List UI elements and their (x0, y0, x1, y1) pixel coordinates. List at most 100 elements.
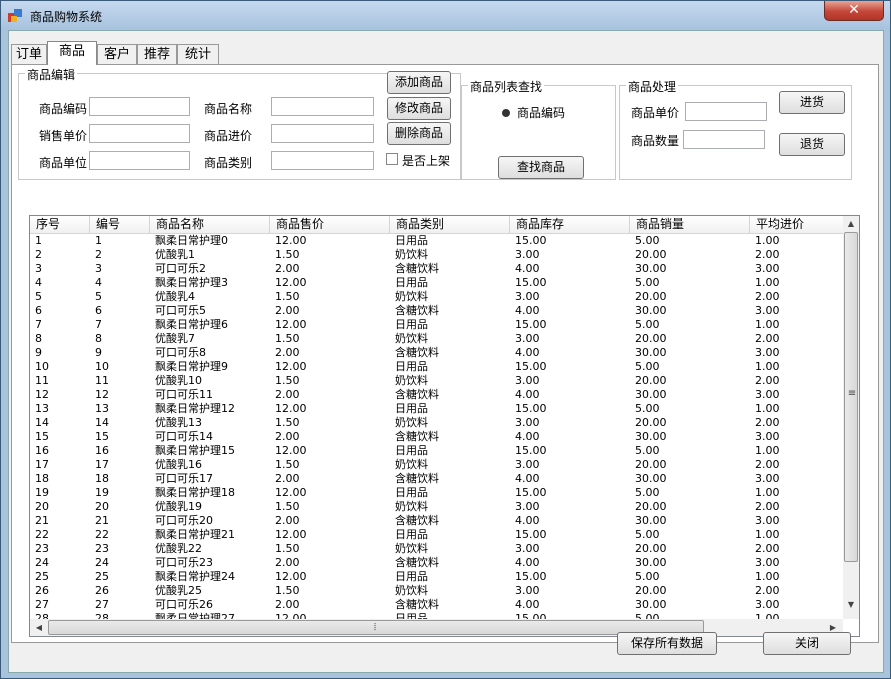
name-field[interactable] (271, 97, 374, 116)
table-cell: 3.00 (755, 514, 780, 527)
column-header[interactable]: 商品名称 (150, 216, 270, 233)
column-header[interactable]: 编号 (90, 216, 150, 233)
table-row[interactable]: 3 3 可口可乐2 2.00 含糖饮料 4.00 30.00 3.00 (30, 262, 843, 276)
table-cell: 12 (35, 388, 49, 401)
table-cell: 3.00 (755, 472, 780, 485)
title-bar[interactable]: 商品购物系统 ✕ (1, 1, 890, 29)
scroll-left-arrow-icon[interactable]: ◀ (31, 623, 47, 632)
save-all-button[interactable]: 保存所有数据 (617, 632, 717, 655)
delete-product-button[interactable]: 删除商品 (387, 122, 451, 145)
table-row[interactable]: 4 4 飘柔日常护理3 12.00 日用品 15.00 5.00 1.00 (30, 276, 843, 290)
table-cell: 优酸乳16 (155, 458, 202, 471)
code-search-radio[interactable] (502, 109, 510, 117)
table-cell: 日用品 (395, 234, 428, 247)
table-row[interactable]: 15 15 可口可乐14 2.00 含糖饮料 4.00 30.00 3.00 (30, 430, 843, 444)
table-cell: 3.00 (755, 556, 780, 569)
price-label: 销售单价 (39, 129, 88, 143)
search-product-button[interactable]: 查找商品 (498, 156, 584, 179)
product-search-group-title: 商品列表查找 (468, 78, 545, 95)
table-cell: 优酸乳10 (155, 374, 202, 387)
modify-product-button[interactable]: 修改商品 (387, 97, 451, 120)
column-header[interactable]: 商品售价 (270, 216, 390, 233)
table-row[interactable]: 12 12 可口可乐11 2.00 含糖饮料 4.00 30.00 3.00 (30, 388, 843, 402)
close-button[interactable]: 关闭 (763, 632, 851, 655)
table-cell: 3.00 (515, 584, 540, 597)
table-row[interactable]: 23 23 优酸乳22 1.50 奶饮料 3.00 20.00 2.00 (30, 542, 843, 556)
table-cell: 日用品 (395, 360, 428, 373)
on-shelf-checkbox[interactable] (386, 153, 398, 165)
product-table[interactable]: 序号 编号 商品名称 商品售价 商品类别 商品库存 商品销量 平均进价 1 1 飘柔… (29, 215, 860, 637)
table-row[interactable]: 26 26 优酸乳25 1.50 奶饮料 3.00 20.00 2.00 (30, 584, 843, 598)
table-row[interactable]: 14 14 优酸乳13 1.50 奶饮料 3.00 20.00 2.00 (30, 416, 843, 430)
table-row[interactable]: 6 6 可口可乐5 2.00 含糖饮料 4.00 30.00 3.00 (30, 304, 843, 318)
scroll-down-arrow-icon[interactable]: ▼ (843, 600, 859, 609)
table-row[interactable]: 11 11 优酸乳10 1.50 奶饮料 3.00 20.00 2.00 (30, 374, 843, 388)
table-cell: 28 (35, 612, 49, 619)
column-header[interactable]: 商品类别 (390, 216, 510, 233)
tab-orders[interactable]: 订单 (11, 44, 47, 64)
table-row[interactable]: 28 28 飘柔日常护理27 12.00 日用品 15.00 5.00 1.00 (30, 612, 843, 619)
scroll-right-arrow-icon[interactable]: ▶ (825, 623, 841, 632)
table-cell: 15.00 (515, 570, 547, 583)
table-row[interactable]: 7 7 飘柔日常护理6 12.00 日用品 15.00 5.00 1.00 (30, 318, 843, 332)
table-cell: 1.50 (275, 458, 300, 471)
table-cell: 19 (95, 486, 109, 499)
tab-recommend[interactable]: 推荐 (137, 44, 177, 64)
table-row[interactable]: 2 2 优酸乳1 1.50 奶饮料 3.00 20.00 2.00 (30, 248, 843, 262)
code-field[interactable] (89, 97, 190, 116)
table-row[interactable]: 18 18 可口可乐17 2.00 含糖饮料 4.00 30.00 3.00 (30, 472, 843, 486)
tab-statistics[interactable]: 统计 (177, 44, 219, 64)
table-cell: 3 (95, 262, 102, 275)
table-cell: 5.00 (635, 612, 660, 619)
table-cell: 5 (35, 290, 42, 303)
stock-in-button[interactable]: 进货 (779, 91, 845, 114)
unit-field[interactable] (89, 151, 190, 170)
table-row[interactable]: 8 8 优酸乳7 1.50 奶饮料 3.00 20.00 2.00 (30, 332, 843, 346)
table-cell: 2.00 (755, 500, 780, 513)
table-row[interactable]: 5 5 优酸乳4 1.50 奶饮料 3.00 20.00 2.00 (30, 290, 843, 304)
vertical-scroll-thumb[interactable]: ≡ (844, 232, 858, 562)
horizontal-scroll-thumb[interactable]: ⦙ (48, 620, 704, 635)
table-cell: 5.00 (635, 360, 660, 373)
table-row[interactable]: 19 19 飘柔日常护理18 12.00 日用品 15.00 5.00 1.00 (30, 486, 843, 500)
add-product-button[interactable]: 添加商品 (387, 71, 451, 94)
table-row[interactable]: 25 25 飘柔日常护理24 12.00 日用品 15.00 5.00 1.00 (30, 570, 843, 584)
table-cell: 1.50 (275, 500, 300, 513)
column-header[interactable]: 平均进价 (750, 216, 850, 233)
table-cell: 17 (35, 458, 49, 471)
table-row[interactable]: 10 10 飘柔日常护理9 12.00 日用品 15.00 5.00 1.00 (30, 360, 843, 374)
table-cell: 1.50 (275, 290, 300, 303)
table-row[interactable]: 20 20 优酸乳19 1.50 奶饮料 3.00 20.00 2.00 (30, 500, 843, 514)
table-cell: 日用品 (395, 444, 428, 457)
unit-price-field[interactable] (685, 102, 767, 121)
table-row[interactable]: 27 27 可口可乐26 2.00 含糖饮料 4.00 30.00 3.00 (30, 598, 843, 612)
table-cell: 1.50 (275, 248, 300, 261)
table-row[interactable]: 21 21 可口可乐20 2.00 含糖饮料 4.00 30.00 3.00 (30, 514, 843, 528)
table-row[interactable]: 24 24 可口可乐23 2.00 含糖饮料 4.00 30.00 3.00 (30, 556, 843, 570)
table-cell: 25 (35, 570, 49, 583)
return-button[interactable]: 退货 (779, 133, 845, 156)
tab-customers[interactable]: 客户 (97, 44, 137, 64)
quantity-field[interactable] (683, 130, 765, 149)
category-field[interactable] (271, 151, 374, 170)
window-close-button[interactable]: ✕ (824, 1, 884, 21)
table-cell: 30.00 (635, 430, 667, 443)
column-header[interactable]: 商品库存 (510, 216, 630, 233)
column-header[interactable]: 商品销量 (630, 216, 750, 233)
scroll-up-arrow-icon[interactable]: ▲ (843, 219, 859, 228)
horizontal-scrollbar[interactable]: ◀ ⦙ ▶ (30, 619, 843, 636)
table-row[interactable]: 22 22 飘柔日常护理21 12.00 日用品 15.00 5.00 1.00 (30, 528, 843, 542)
table-row[interactable]: 17 17 优酸乳16 1.50 奶饮料 3.00 20.00 2.00 (30, 458, 843, 472)
table-row[interactable]: 1 1 飘柔日常护理0 12.00 日用品 15.00 5.00 1.00 (30, 234, 843, 248)
column-header[interactable]: 序号 (30, 216, 90, 233)
cost-field[interactable] (271, 124, 374, 143)
table-cell: 20.00 (635, 416, 667, 429)
vertical-scrollbar[interactable]: ▲ ≡ ▼ (843, 216, 859, 619)
table-cell: 14 (35, 416, 49, 429)
table-row[interactable]: 9 9 可口可乐8 2.00 含糖饮料 4.00 30.00 3.00 (30, 346, 843, 360)
table-row[interactable]: 13 13 飘柔日常护理12 12.00 日用品 15.00 5.00 1.00 (30, 402, 843, 416)
table-cell: 可口可乐17 (155, 472, 213, 485)
price-field[interactable] (89, 124, 190, 143)
table-row[interactable]: 16 16 飘柔日常护理15 12.00 日用品 15.00 5.00 1.00 (30, 444, 843, 458)
tab-products[interactable]: 商品 (47, 41, 97, 65)
